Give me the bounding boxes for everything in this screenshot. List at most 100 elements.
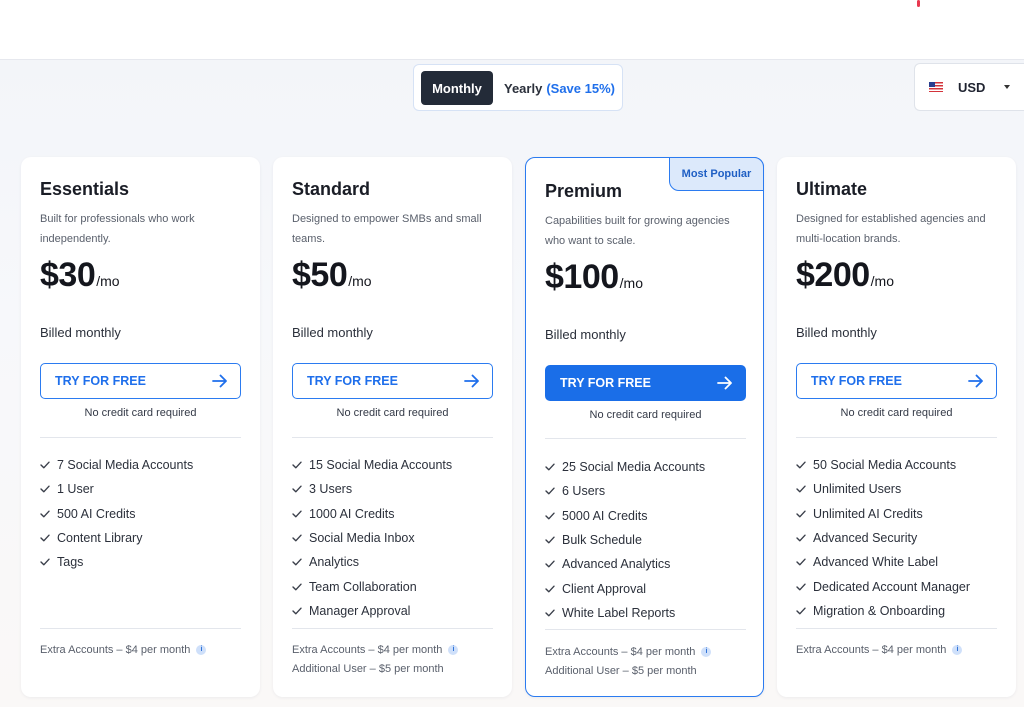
feature-item: Migration & Onboarding bbox=[796, 599, 1001, 623]
divider bbox=[292, 628, 493, 629]
yearly-label: Yearly bbox=[504, 80, 543, 96]
plan-description: Capabilities built for growing agencies … bbox=[545, 215, 730, 247]
feature-label: Migration & Onboarding bbox=[813, 603, 946, 618]
check-icon bbox=[292, 607, 302, 615]
feature-item: Manager Approval bbox=[292, 599, 497, 623]
currency-code: USD bbox=[958, 80, 986, 95]
feature-label: Team Collaboration bbox=[309, 579, 417, 594]
feature-label: Unlimited Users bbox=[813, 482, 902, 497]
check-icon bbox=[292, 485, 302, 493]
check-icon bbox=[545, 463, 555, 471]
extra-pricing-line: Extra Accounts – $4 per month i bbox=[40, 640, 250, 659]
feature-item: 3 Users bbox=[292, 477, 497, 501]
try-for-free-button[interactable]: TRY FOR FREE bbox=[796, 363, 997, 399]
check-icon bbox=[292, 558, 302, 566]
feature-label: 25 Social Media Accounts bbox=[562, 460, 706, 475]
divider bbox=[796, 628, 997, 629]
check-icon bbox=[545, 560, 555, 568]
try-for-free-label: TRY FOR FREE bbox=[560, 376, 651, 390]
plan-price: $50 /mo bbox=[292, 256, 372, 295]
currency-selector[interactable]: USD bbox=[914, 63, 1024, 111]
info-icon[interactable]: i bbox=[701, 646, 712, 657]
feature-item: 5000 AI Credits bbox=[545, 504, 750, 528]
price-period: /mo bbox=[348, 273, 372, 289]
divider bbox=[545, 438, 746, 439]
feature-label: 3 Users bbox=[309, 482, 353, 497]
arrow-right-icon bbox=[717, 376, 732, 390]
info-icon[interactable]: i bbox=[196, 644, 207, 655]
feature-item: Dedicated Account Manager bbox=[796, 574, 1001, 598]
feature-item: Client Approval bbox=[545, 576, 750, 600]
price-amount: $200 bbox=[796, 256, 870, 294]
plan-name: Premium bbox=[545, 181, 623, 201]
try-for-free-button[interactable]: TRY FOR FREE bbox=[40, 363, 241, 399]
check-icon bbox=[545, 487, 555, 495]
plan-description: Built for professionals who work indepen… bbox=[40, 213, 195, 245]
info-icon[interactable]: i bbox=[448, 644, 459, 655]
try-for-free-button[interactable]: TRY FOR FREE bbox=[292, 363, 493, 399]
plan-price: $100 /mo bbox=[545, 258, 643, 297]
extra-pricing-label: Extra Accounts – $4 per month bbox=[40, 643, 191, 656]
feature-label: Advanced Analytics bbox=[562, 557, 671, 572]
check-icon bbox=[40, 558, 50, 566]
plan-price: $30 /mo bbox=[40, 256, 120, 295]
arrow-right-icon bbox=[464, 374, 479, 388]
no-credit-card-text: No credit card required bbox=[840, 407, 953, 419]
feature-label: Manager Approval bbox=[309, 603, 411, 618]
arrow-right-icon bbox=[968, 374, 983, 388]
price-period: /mo bbox=[96, 273, 120, 289]
try-for-free-button[interactable]: TRY FOR FREE bbox=[545, 365, 746, 401]
extra-pricing-label: Additional User – $5 per month bbox=[292, 662, 444, 675]
feature-item: Bulk Schedule bbox=[545, 528, 750, 552]
feature-label: White Label Reports bbox=[562, 605, 676, 620]
feature-item: Team Collaboration bbox=[292, 574, 497, 598]
no-credit-card-text: No credit card required bbox=[84, 407, 197, 419]
monthly-option[interactable]: Monthly bbox=[421, 71, 493, 105]
feature-label: 1 User bbox=[57, 482, 94, 497]
billing-period-text: Billed monthly bbox=[545, 327, 626, 342]
check-icon bbox=[796, 461, 806, 469]
feature-label: Client Approval bbox=[562, 581, 647, 596]
feature-label: 1000 AI Credits bbox=[309, 506, 395, 521]
check-icon bbox=[40, 534, 50, 542]
no-credit-card-text: No credit card required bbox=[336, 407, 449, 419]
feature-item: 25 Social Media Accounts bbox=[545, 455, 750, 479]
divider bbox=[40, 437, 241, 438]
divider bbox=[796, 437, 997, 438]
feature-list: 50 Social Media Accounts Unlimited Users U… bbox=[796, 453, 1001, 623]
feature-list: 25 Social Media Accounts 6 Users 5000 AI C… bbox=[545, 455, 750, 625]
divider bbox=[292, 437, 493, 438]
feature-label: Social Media Inbox bbox=[309, 531, 415, 546]
feature-list: 7 Social Media Accounts 1 User 500 AI Cred… bbox=[40, 453, 245, 574]
extras-list: Extra Accounts – $4 per month i Additional… bbox=[292, 640, 502, 678]
info-icon[interactable]: i bbox=[952, 644, 963, 655]
check-icon bbox=[40, 510, 50, 518]
divider bbox=[40, 628, 241, 629]
extras-list: Extra Accounts – $4 per month i Additional… bbox=[545, 642, 755, 680]
divider bbox=[545, 629, 746, 630]
billing-toggle: Monthly Yearly (Save 15%) bbox=[413, 64, 623, 111]
feature-label: Content Library bbox=[57, 531, 143, 546]
billing-period-text: Billed monthly bbox=[292, 325, 373, 340]
feature-item: Social Media Inbox bbox=[292, 526, 497, 550]
feature-item: Advanced White Label bbox=[796, 550, 1001, 574]
try-for-free-label: TRY FOR FREE bbox=[811, 374, 902, 388]
check-icon bbox=[545, 585, 555, 593]
plan-card-premium: Premium Capabilities built for growing a… bbox=[525, 157, 764, 697]
check-icon bbox=[796, 485, 806, 493]
yearly-option[interactable]: Yearly (Save 15%) bbox=[504, 71, 615, 105]
plan-card-ultimate: Ultimate Designed for established agenci… bbox=[777, 157, 1016, 697]
feature-label: Unlimited AI Credits bbox=[813, 506, 923, 521]
extra-pricing-label: Extra Accounts – $4 per month bbox=[292, 643, 443, 656]
billing-period-text: Billed monthly bbox=[40, 325, 121, 340]
extras-list: Extra Accounts – $4 per month i bbox=[796, 640, 1006, 659]
feature-item: Analytics bbox=[292, 550, 497, 574]
feature-label: Advanced White Label bbox=[813, 555, 939, 570]
try-for-free-label: TRY FOR FREE bbox=[55, 374, 146, 388]
feature-list: 15 Social Media Accounts 3 Users 1000 AI C… bbox=[292, 453, 497, 623]
price-period: /mo bbox=[619, 275, 643, 291]
check-icon bbox=[292, 461, 302, 469]
feature-label: Analytics bbox=[309, 555, 360, 570]
arrow-right-icon bbox=[212, 374, 227, 388]
price-amount: $100 bbox=[545, 258, 619, 296]
